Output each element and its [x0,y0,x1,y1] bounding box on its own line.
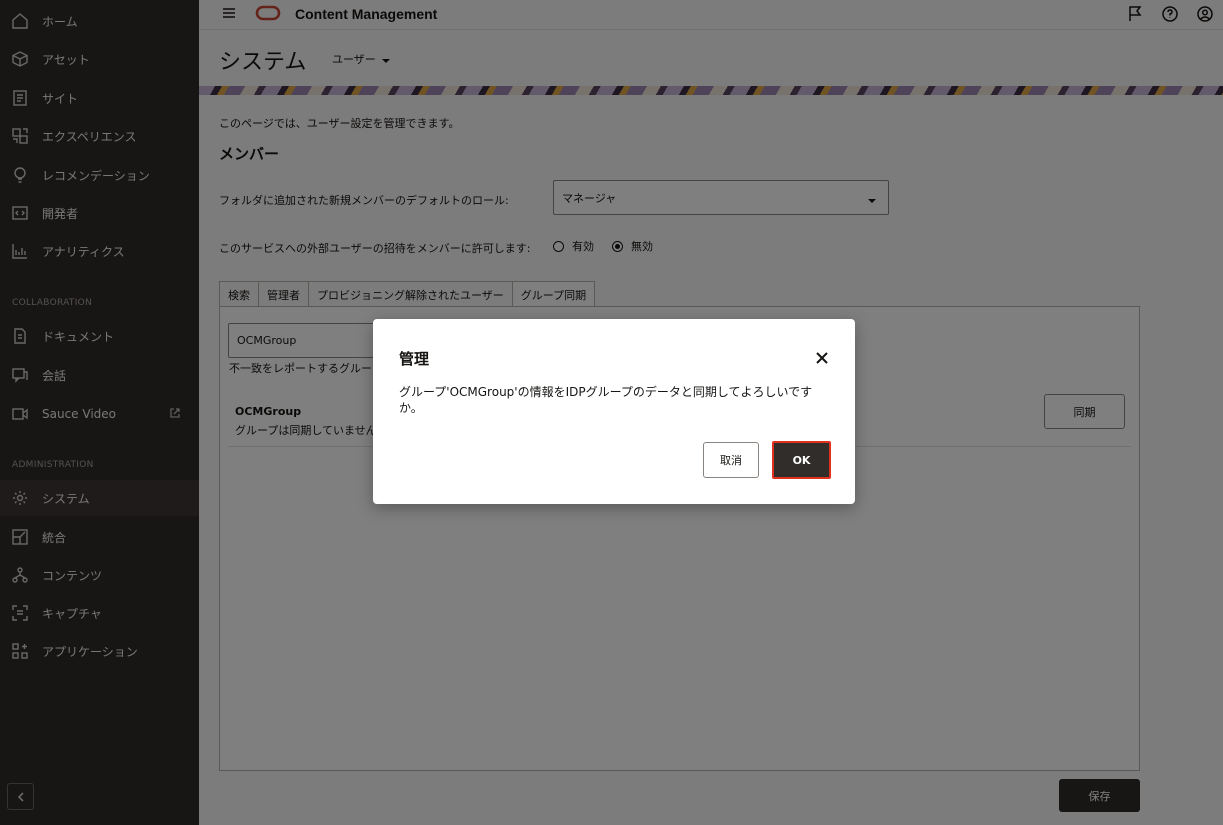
dialog-title: 管理 [399,350,430,368]
dialog-message: グループ'OCMGroup'の情報をIDPグループのデータと同期してよろしいです… [399,385,813,415]
close-icon[interactable] [814,350,830,366]
ok-button[interactable]: OK [772,441,831,479]
cancel-button[interactable]: 取消 [703,442,759,478]
confirm-sync-dialog: 管理 グループ'OCMGroup'の情報をIDPグループのデータと同期してよろし… [373,319,855,504]
